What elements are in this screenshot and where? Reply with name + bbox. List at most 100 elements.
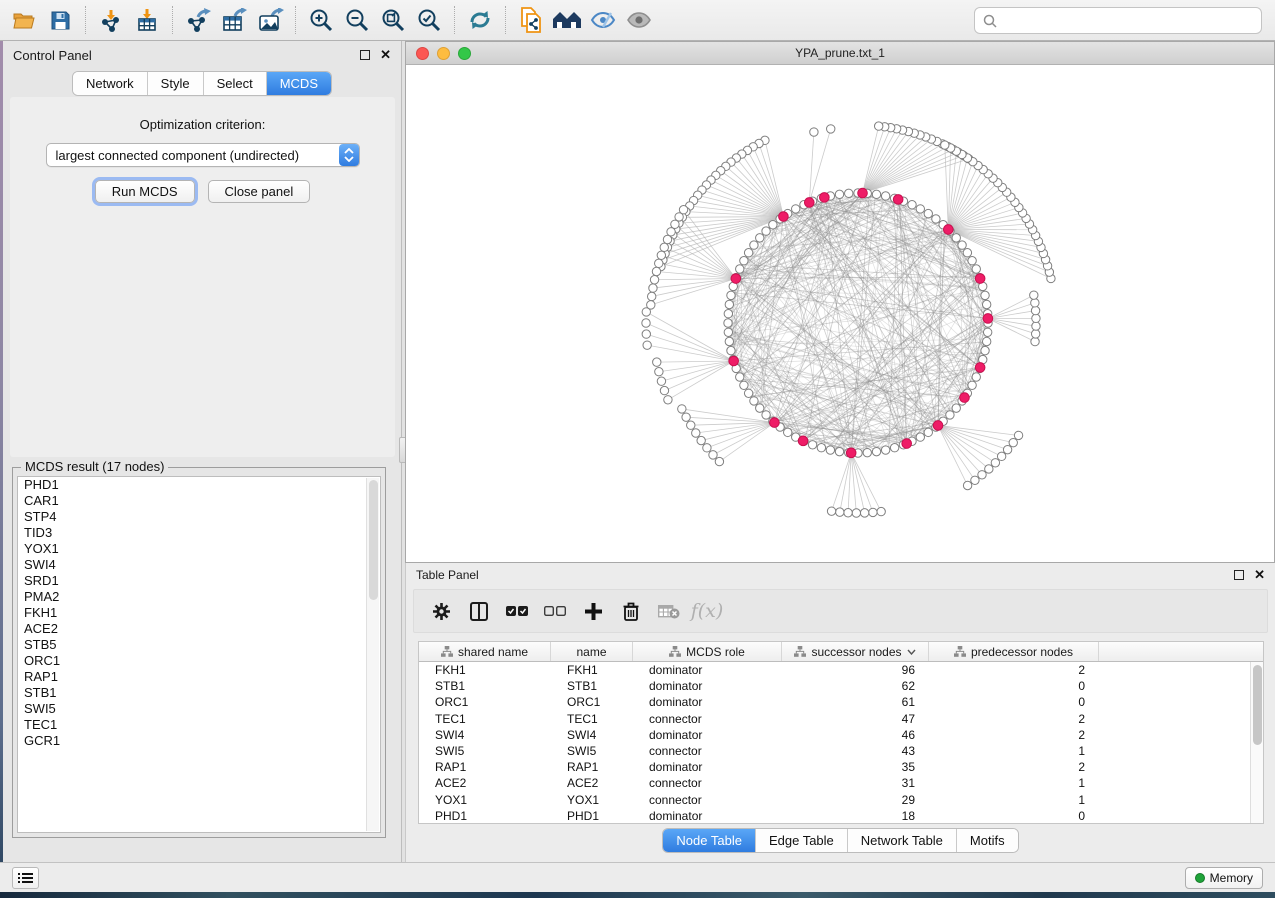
add-row-button[interactable] <box>576 595 610 627</box>
column-header-name[interactable]: name <box>551 642 633 661</box>
show-columns-button[interactable] <box>462 595 496 627</box>
table-row[interactable]: FKH1FKH1dominator962 <box>419 662 1250 678</box>
run-mcds-button[interactable]: Run MCDS <box>95 180 195 203</box>
export-table-button[interactable] <box>216 4 252 36</box>
clone-network-button[interactable] <box>513 4 549 36</box>
network-window-titlebar[interactable]: YPA_prune.txt_1 <box>406 42 1274 65</box>
export-network-button[interactable] <box>180 4 216 36</box>
optimization-criterion-select[interactable]: largest connected component (undirected) <box>46 143 360 167</box>
mcds-result-item[interactable]: CAR1 <box>18 493 380 509</box>
tab-select[interactable]: Select <box>204 72 267 95</box>
mcds-result-item[interactable]: STB5 <box>18 637 380 653</box>
show-all-button[interactable] <box>621 4 657 36</box>
float-panel-icon[interactable] <box>1234 570 1244 580</box>
first-neighbors-button[interactable] <box>549 4 585 36</box>
table-cell: RAP1 <box>419 760 551 774</box>
tab-edge-table[interactable]: Edge Table <box>756 829 848 852</box>
table-row[interactable]: SWI4SWI4dominator462 <box>419 727 1250 743</box>
task-history-button[interactable] <box>12 867 39 889</box>
mcds-hub-node <box>944 225 954 235</box>
table-cell: FKH1 <box>419 663 551 677</box>
mcds-result-item[interactable]: ACE2 <box>18 621 380 637</box>
table-row[interactable]: PHD1PHD1dominator180 <box>419 808 1250 823</box>
mcds-result-item[interactable]: STB1 <box>18 685 380 701</box>
zoom-out-button[interactable] <box>339 4 375 36</box>
export-image-icon <box>257 8 284 32</box>
mcds-result-item[interactable]: SWI4 <box>18 557 380 573</box>
toolbar-separator <box>85 6 86 34</box>
table-panel-tabs: Node TableEdge TableNetwork TableMotifs <box>662 828 1018 853</box>
import-table-button[interactable] <box>129 4 165 36</box>
scrollbar-thumb[interactable] <box>1253 665 1262 745</box>
tab-network[interactable]: Network <box>73 72 148 95</box>
table-row[interactable]: YOX1YOX1connector291 <box>419 792 1250 808</box>
table-row[interactable]: TEC1TEC1connector472 <box>419 711 1250 727</box>
table-cell: connector <box>633 793 782 807</box>
table-cell: 18 <box>782 809 929 823</box>
close-panel-icon[interactable]: ✕ <box>380 50 391 60</box>
column-header-MCDS-role[interactable]: MCDS role <box>633 642 782 661</box>
zoom-selected-button[interactable] <box>411 4 447 36</box>
table-settings-button[interactable] <box>424 595 458 627</box>
mcds-result-item[interactable]: ORC1 <box>18 653 380 669</box>
mcds-result-item[interactable]: RAP1 <box>18 669 380 685</box>
table-cell: dominator <box>633 760 782 774</box>
table-row[interactable]: RAP1RAP1dominator352 <box>419 759 1250 775</box>
search-input[interactable] <box>1003 13 1253 28</box>
deselect-all-button[interactable] <box>538 595 572 627</box>
mcds-hub-node <box>858 188 868 198</box>
float-panel-icon[interactable] <box>360 50 370 60</box>
hide-selected-button[interactable] <box>585 4 621 36</box>
zoom-fit-button[interactable] <box>375 4 411 36</box>
close-panel-icon[interactable]: ✕ <box>1254 570 1265 580</box>
open-file-button[interactable] <box>6 4 42 36</box>
table-row[interactable]: ORC1ORC1dominator610 <box>419 694 1250 710</box>
table-cell: 1 <box>929 793 1099 807</box>
column-header-predecessor-nodes[interactable]: predecessor nodes <box>929 642 1099 661</box>
mcds-result-list[interactable]: PHD1CAR1STP4TID3YOX1SWI4SRD1PMA2FKH1ACE2… <box>17 476 381 833</box>
import-network-button[interactable] <box>93 4 129 36</box>
column-header-shared-name[interactable]: shared name <box>419 642 551 661</box>
mcds-result-item[interactable]: SRD1 <box>18 573 380 589</box>
column-header-successor-nodes[interactable]: successor nodes <box>782 642 929 661</box>
mcds-result-item[interactable]: STP4 <box>18 509 380 525</box>
mcds-result-item[interactable]: YOX1 <box>18 541 380 557</box>
search-box[interactable] <box>974 7 1262 34</box>
mcds-result-item[interactable]: GCR1 <box>18 733 380 749</box>
table-row[interactable]: SWI5SWI5connector431 <box>419 743 1250 759</box>
network-canvas[interactable] <box>406 65 1274 562</box>
mcds-hub-node <box>731 274 741 284</box>
mcds-result-item[interactable]: FKH1 <box>18 605 380 621</box>
toolbar-separator <box>505 6 506 34</box>
mcds-result-item[interactable]: TID3 <box>18 525 380 541</box>
memory-button[interactable]: Memory <box>1185 867 1263 889</box>
result-list-scrollbar[interactable] <box>366 478 379 831</box>
tab-network-table[interactable]: Network Table <box>848 829 957 852</box>
table-row[interactable]: ACE2ACE2connector311 <box>419 775 1250 791</box>
delete-table-button[interactable] <box>652 595 686 627</box>
export-image-button[interactable] <box>252 4 288 36</box>
tab-style[interactable]: Style <box>148 72 204 95</box>
delete-row-button[interactable] <box>614 595 648 627</box>
table-cell: dominator <box>633 809 782 823</box>
zoom-in-button[interactable] <box>303 4 339 36</box>
refresh-button[interactable] <box>462 4 498 36</box>
select-all-button[interactable] <box>500 595 534 627</box>
tab-mcds[interactable]: MCDS <box>267 72 331 95</box>
function-builder-button[interactable]: f(x) <box>690 595 724 627</box>
mcds-result-item[interactable]: PHD1 <box>18 477 380 493</box>
table-row[interactable]: STB1STB1dominator620 <box>419 678 1250 694</box>
table-scrollbar[interactable] <box>1250 662 1263 823</box>
tab-node-table[interactable]: Node Table <box>663 829 756 852</box>
close-panel-button[interactable]: Close panel <box>208 180 311 203</box>
mcds-hub-node <box>846 448 856 458</box>
save-session-button[interactable] <box>42 4 78 36</box>
tab-motifs[interactable]: Motifs <box>957 829 1018 852</box>
mcds-result-item[interactable]: TEC1 <box>18 717 380 733</box>
table-cell: 47 <box>782 712 929 726</box>
mcds-result-item[interactable]: SWI5 <box>18 701 380 717</box>
table-cell: 29 <box>782 793 929 807</box>
table-cell: ACE2 <box>551 776 633 790</box>
optimization-criterion-value: largest connected component (undirected) <box>47 148 339 163</box>
mcds-result-item[interactable]: PMA2 <box>18 589 380 605</box>
